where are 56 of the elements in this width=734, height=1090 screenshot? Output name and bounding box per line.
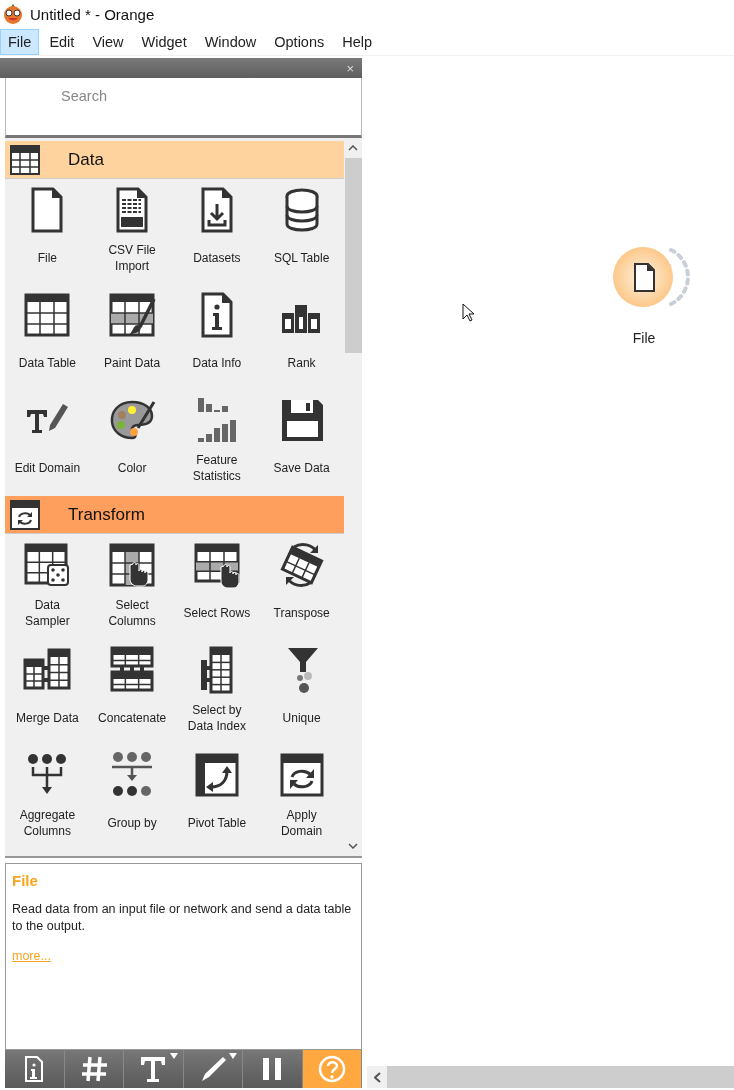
menu-item[interactable]: Window: [196, 28, 265, 55]
refresh-icon: [10, 499, 40, 530]
widget-label[interactable]: Group by: [105, 802, 159, 849]
table-hand-icon[interactable]: [192, 541, 241, 589]
widget-label[interactable]: Apply Domain: [264, 802, 339, 849]
widget-label[interactable]: SQL Table: [271, 237, 332, 284]
table-icon[interactable]: [23, 291, 72, 339]
widget-label[interactable]: Concatenate: [96, 697, 169, 744]
menu-item[interactable]: File: [0, 28, 40, 55]
menu-item[interactable]: Edit: [41, 28, 83, 55]
mouse-cursor-icon: [462, 303, 475, 323]
widget-label[interactable]: Data Table: [16, 342, 78, 389]
widget-label[interactable]: Merge Data: [14, 697, 81, 744]
close-button[interactable]: ×: [346, 60, 354, 76]
description-title: File: [12, 872, 38, 889]
widget-label[interactable]: Edit Domain: [12, 447, 83, 494]
menu-item[interactable]: View: [84, 28, 132, 55]
caret-icon: [229, 1053, 237, 1059]
widget-label[interactable]: Color: [115, 447, 149, 494]
scrollbar-thumb[interactable]: [344, 158, 362, 353]
category-name: Data: [68, 149, 104, 170]
category-header[interactable]: Transform: [5, 496, 344, 534]
widget-label[interactable]: Save Data: [271, 447, 332, 494]
widget-label[interactable]: Feature Statistics: [179, 447, 254, 494]
toolbar-button[interactable]: [302, 1050, 362, 1088]
window-title: Untitled * - Orange: [30, 5, 155, 23]
concatenate-tables-icon[interactable]: [108, 646, 157, 694]
table-hand-icon[interactable]: [108, 541, 157, 589]
widget-label[interactable]: Data Info: [190, 342, 244, 389]
fruit-logo-icon: [2, 4, 24, 24]
widget-label[interactable]: Select Rows: [181, 592, 253, 639]
category-name: Transform: [68, 504, 145, 525]
widget-label[interactable]: Datasets: [191, 237, 243, 284]
widget-label[interactable]: Transpose: [271, 592, 332, 639]
widget-label[interactable]: CSV File Import: [95, 237, 170, 284]
file-node-icon[interactable]: [611, 246, 691, 308]
widget-label[interactable]: Data Sampler: [10, 592, 85, 639]
description-text: Read data from an input file or network and send a data table to the output.: [12, 901, 353, 935]
menu-item[interactable]: Help: [334, 28, 381, 55]
widget-label[interactable]: File: [35, 237, 60, 284]
paint-table-icon[interactable]: [108, 291, 157, 339]
caret-icon: [169, 1053, 178, 1059]
menu-item[interactable]: Options: [266, 28, 333, 55]
node-label: File: [632, 330, 656, 346]
widget-label[interactable]: Select Columns: [95, 592, 170, 639]
menu-item[interactable]: Widget: [133, 28, 195, 55]
widget-label[interactable]: Paint Data: [102, 342, 163, 389]
widget-label[interactable]: Select by Data Index: [179, 697, 254, 744]
horizontal-scrollbar[interactable]: [367, 1066, 734, 1088]
category-header[interactable]: Data: [5, 141, 344, 179]
widget-label[interactable]: Pivot Table: [185, 802, 249, 849]
table-icon: [10, 144, 40, 175]
widget-label[interactable]: Aggregate Columns: [10, 802, 85, 849]
widget-label[interactable]: Rank: [285, 342, 318, 389]
widget-label[interactable]: Unique: [280, 697, 323, 744]
search-field[interactable]: Search: [5, 78, 362, 138]
